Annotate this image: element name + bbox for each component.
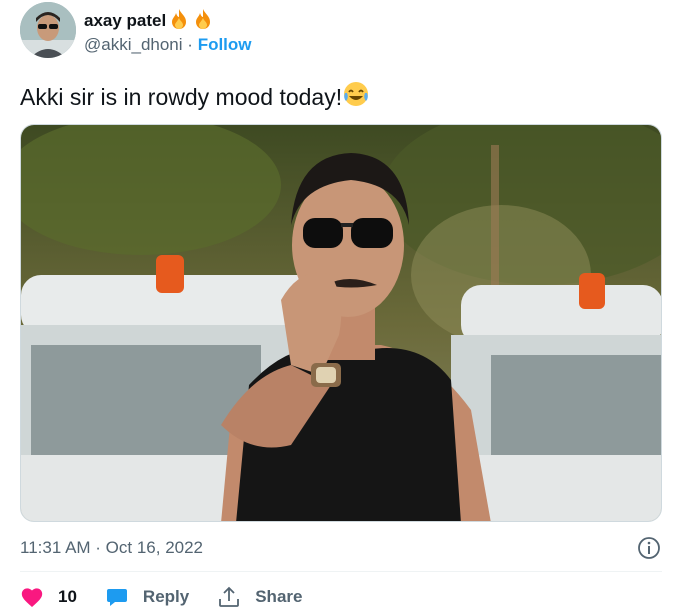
- tweet-text: Akki sir is in rowdy mood today!: [20, 84, 343, 110]
- share-button[interactable]: Share: [217, 586, 302, 608]
- like-count: 10: [58, 587, 77, 606]
- heart-icon: [21, 588, 43, 607]
- author-handle[interactable]: @akki_dhoni: [84, 35, 183, 54]
- handle-row: @akki_dhoni · Follow: [84, 35, 252, 55]
- fire-emoji-icon: [172, 9, 187, 29]
- info-icon[interactable]: [637, 536, 661, 560]
- fire-emoji-icon: [196, 9, 211, 29]
- tears-of-joy-emoji-icon: [344, 82, 369, 106]
- reply-bubble-icon: [106, 589, 127, 606]
- separator-dot: ·: [187, 35, 193, 54]
- divider: [20, 571, 662, 572]
- author-display-name[interactable]: axay patel: [84, 11, 166, 30]
- avatar-image: [20, 2, 76, 58]
- tweet-image[interactable]: [20, 124, 662, 522]
- reply-button[interactable]: Reply: [105, 586, 189, 608]
- photo-man-in-sunglasses: [21, 125, 661, 521]
- share-icon: [219, 586, 240, 607]
- reply-label: Reply: [142, 587, 190, 606]
- tweet-timestamp[interactable]: 11:31 AM · Oct 16, 2022: [20, 538, 203, 558]
- tweet-text-row: Akki sir is in rowdy mood today!: [20, 80, 370, 111]
- like-button[interactable]: 10: [20, 586, 77, 608]
- share-label: Share: [255, 587, 303, 606]
- avatar[interactable]: [20, 2, 76, 58]
- action-bar: 10 Reply Share: [20, 584, 330, 610]
- author-name-row[interactable]: axay patel: [84, 8, 214, 31]
- follow-button[interactable]: Follow: [198, 35, 252, 54]
